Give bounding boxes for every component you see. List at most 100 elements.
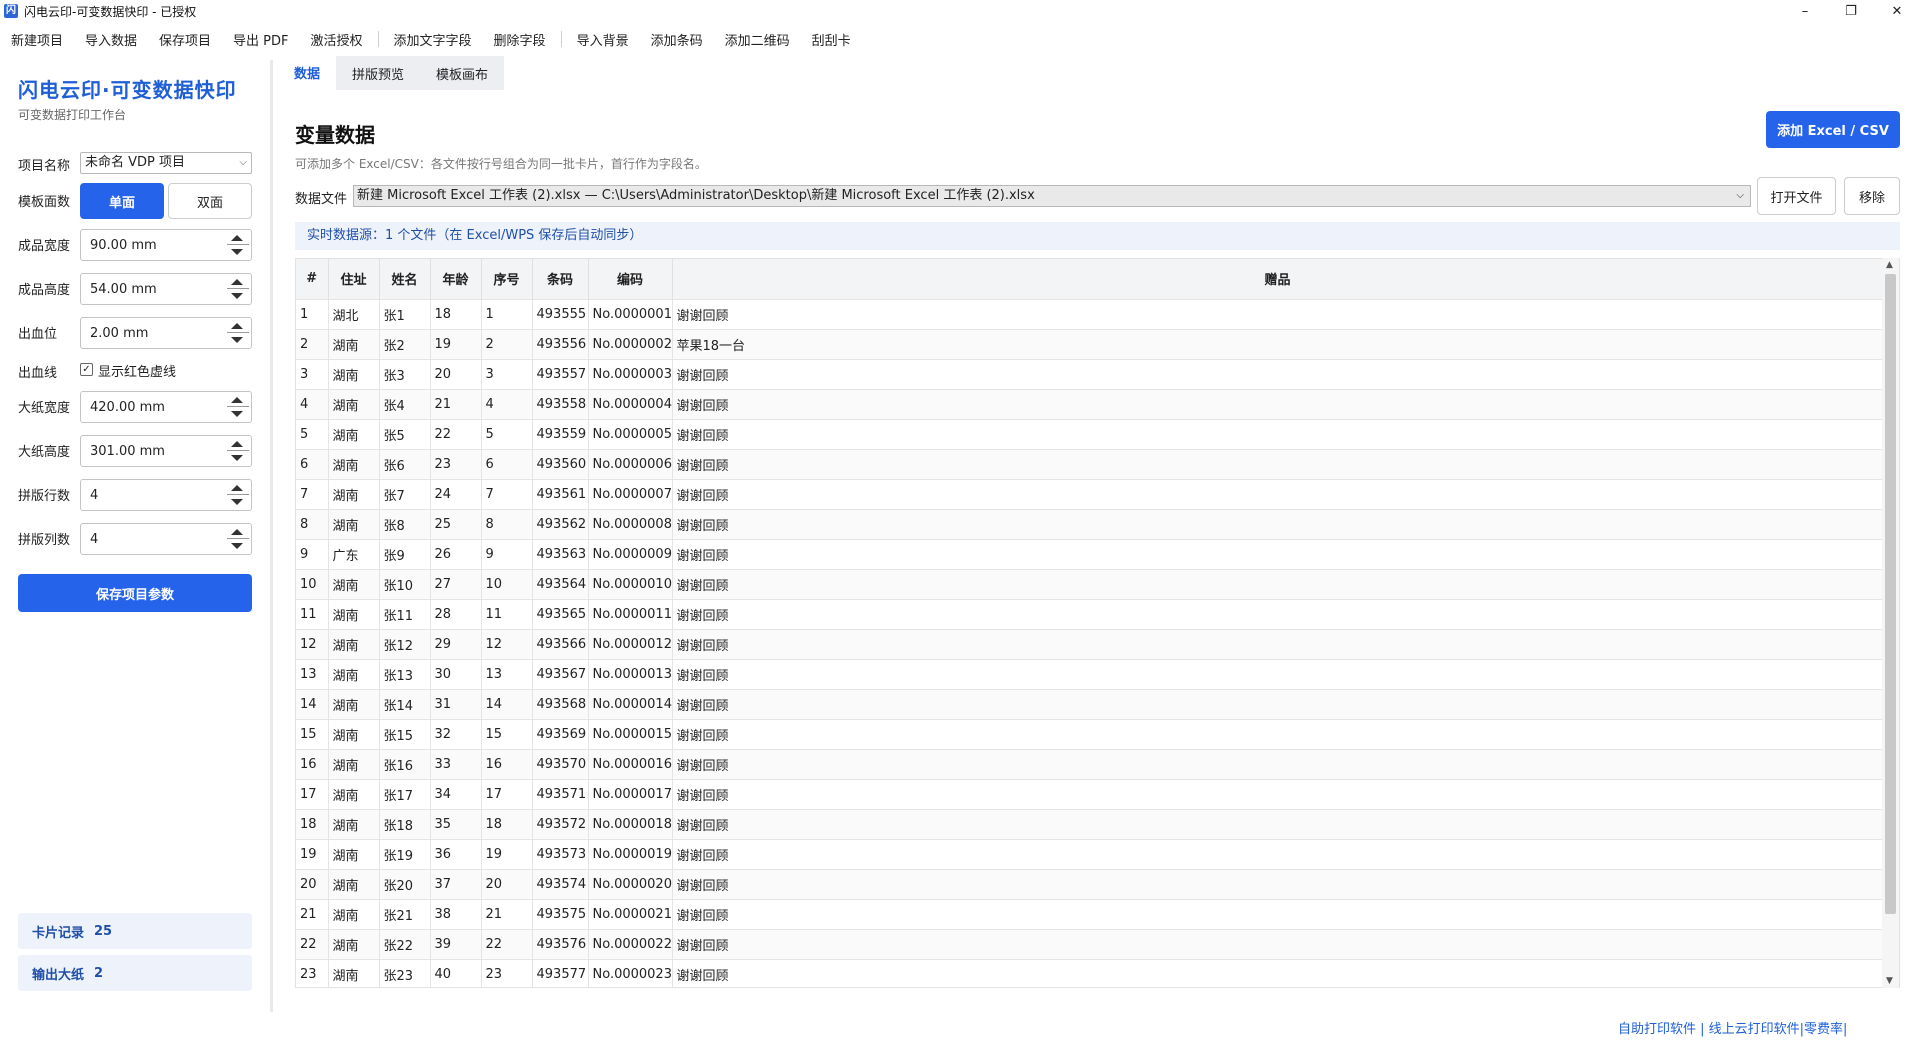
footer-links[interactable]: 自助打印软件 | 线上云打印软件|零费率| [1618, 1018, 1847, 1037]
column-header[interactable]: 条码 [532, 259, 589, 299]
table-cell[interactable]: 3 [296, 358, 329, 389]
bleed-line-check-label[interactable]: 显示红色虚线 [98, 361, 176, 380]
table-cell[interactable]: No.0000007 [588, 478, 673, 509]
spin-arrows[interactable] [227, 232, 249, 258]
table-cell[interactable]: 38 [430, 898, 482, 929]
table-cell[interactable]: 张10 [379, 568, 431, 599]
arrow-up-icon[interactable] [231, 529, 243, 535]
menu-add-qrcode[interactable]: 添加二维码 [714, 30, 801, 49]
scroll-up-icon[interactable]: ▲ [1886, 260, 1893, 270]
table-row[interactable]: 14 湖南 张14 31 14 493568 No.0000014 谢谢回顾 [296, 688, 1884, 719]
column-header[interactable]: 编码 [588, 259, 673, 299]
table-cell[interactable]: No.0000002 [588, 328, 673, 359]
table-cell[interactable]: 11 [296, 598, 329, 629]
table-cell[interactable]: 湖南 [328, 358, 380, 389]
table-cell[interactable]: 493568 [532, 688, 589, 719]
table-cell[interactable]: 6 [481, 448, 533, 479]
table-cell[interactable]: 1 [296, 298, 329, 329]
table-cell[interactable]: 2 [481, 328, 533, 359]
column-header[interactable]: 年龄 [430, 259, 482, 299]
single-side-button[interactable]: 单面 [80, 183, 164, 219]
column-header[interactable]: 住址 [328, 259, 380, 299]
table-cell[interactable]: 3 [481, 358, 533, 389]
table-cell[interactable]: 493563 [532, 538, 589, 569]
arrow-down-icon[interactable] [231, 455, 243, 461]
table-cell[interactable]: No.0000019 [588, 838, 673, 869]
restore-icon[interactable]: ❐ [1828, 0, 1874, 22]
add-excel-csv-button[interactable]: 添加 Excel / CSV [1766, 111, 1900, 148]
table-cell[interactable]: 12 [296, 628, 329, 659]
table-cell[interactable]: 谢谢回顾 [672, 808, 1884, 839]
table-cell[interactable]: No.0000001 [588, 298, 673, 329]
table-cell[interactable]: 张17 [379, 778, 431, 809]
table-cell[interactable]: 7 [481, 478, 533, 509]
table-cell[interactable]: 张19 [379, 838, 431, 869]
table-cell[interactable]: No.0000005 [588, 418, 673, 449]
table-cell[interactable]: 张11 [379, 598, 431, 629]
table-cell[interactable]: 湖南 [328, 838, 380, 869]
scroll-down-icon[interactable]: ▼ [1886, 976, 1893, 986]
table-cell[interactable]: 493562 [532, 508, 589, 539]
sheet-width-spinbox[interactable]: 420.00 mm [80, 391, 252, 423]
table-cell[interactable]: 张21 [379, 898, 431, 929]
table-cell[interactable]: 10 [481, 568, 533, 599]
arrow-down-icon[interactable] [231, 499, 243, 505]
table-row[interactable]: 3 湖南 张3 20 3 493557 No.0000003 谢谢回顾 [296, 358, 1884, 389]
table-cell[interactable]: 20 [430, 358, 482, 389]
table-cell[interactable]: 张20 [379, 868, 431, 899]
arrow-up-icon[interactable] [231, 235, 243, 241]
table-cell[interactable]: 张1 [379, 298, 431, 329]
table-cell[interactable]: 21 [430, 388, 482, 419]
column-header[interactable]: 序号 [481, 259, 533, 299]
arrow-up-icon[interactable] [231, 485, 243, 491]
table-cell[interactable]: No.0000008 [588, 508, 673, 539]
table-cell[interactable]: 湖南 [328, 478, 380, 509]
project-name-select[interactable]: 未命名 VDP 项目 ⌵ [80, 152, 252, 174]
menu-scratch-card[interactable]: 刮刮卡 [801, 30, 862, 49]
table-cell[interactable]: No.0000020 [588, 868, 673, 899]
table-cell[interactable]: No.0000017 [588, 778, 673, 809]
table-cell[interactable]: 20 [481, 868, 533, 899]
table-cell[interactable]: 29 [430, 628, 482, 659]
spin-arrows[interactable] [227, 526, 249, 552]
table-row[interactable]: 21 湖南 张21 38 21 493575 No.0000021 谢谢回顾 [296, 898, 1884, 929]
table-row[interactable]: 6 湖南 张6 23 6 493560 No.0000006 谢谢回顾 [296, 448, 1884, 479]
table-cell[interactable]: 18 [430, 298, 482, 329]
table-cell[interactable]: 493567 [532, 658, 589, 689]
table-cell[interactable]: 19 [430, 328, 482, 359]
arrow-down-icon[interactable] [231, 411, 243, 417]
sidebar-divider[interactable] [270, 60, 273, 1012]
table-cell[interactable]: 谢谢回顾 [672, 628, 1884, 659]
spin-arrows[interactable] [227, 276, 249, 302]
table-cell[interactable]: 14 [296, 688, 329, 719]
table-cell[interactable]: 493573 [532, 838, 589, 869]
spin-arrows[interactable] [227, 320, 249, 346]
table-cell[interactable]: 40 [430, 958, 482, 987]
table-cell[interactable]: 11 [481, 598, 533, 629]
table-cell[interactable]: 493561 [532, 478, 589, 509]
table-cell[interactable]: 湖南 [328, 778, 380, 809]
menu-activate[interactable]: 激活授权 [300, 30, 374, 49]
cols-spinbox[interactable]: 4 [80, 523, 252, 555]
table-row[interactable]: 19 湖南 张19 36 19 493573 No.0000019 谢谢回顾 [296, 838, 1884, 869]
menu-delete-field[interactable]: 删除字段 [483, 30, 557, 49]
table-cell[interactable]: 22 [481, 928, 533, 959]
table-cell[interactable]: 493557 [532, 358, 589, 389]
table-cell[interactable]: 8 [481, 508, 533, 539]
table-cell[interactable]: 湖南 [328, 658, 380, 689]
table-row[interactable]: 5 湖南 张5 22 5 493559 No.0000005 谢谢回顾 [296, 418, 1884, 449]
table-cell[interactable]: 谢谢回顾 [672, 748, 1884, 779]
table-cell[interactable]: 谢谢回顾 [672, 718, 1884, 749]
width-spinbox[interactable]: 90.00 mm [80, 229, 252, 261]
table-cell[interactable]: 张13 [379, 658, 431, 689]
minimize-icon[interactable]: – [1782, 0, 1828, 22]
sheet-height-spinbox[interactable]: 301.00 mm [80, 435, 252, 467]
table-cell[interactable]: 湖南 [328, 688, 380, 719]
spin-arrows[interactable] [227, 394, 249, 420]
table-cell[interactable]: 18 [481, 808, 533, 839]
table-row[interactable]: 15 湖南 张15 32 15 493569 No.0000015 谢谢回顾 [296, 718, 1884, 749]
table-cell[interactable]: No.0000012 [588, 628, 673, 659]
table-cell[interactable]: 湖南 [328, 868, 380, 899]
arrow-down-icon[interactable] [231, 543, 243, 549]
table-cell[interactable]: 37 [430, 868, 482, 899]
